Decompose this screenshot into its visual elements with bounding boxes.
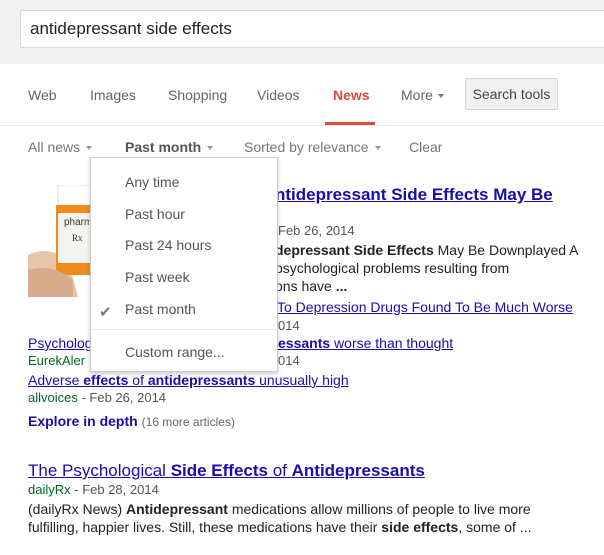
- related-link-1-date: 014: [278, 318, 300, 333]
- related-link-2-bold: essants: [278, 335, 331, 351]
- result-1-date: Feb 26, 2014: [278, 223, 355, 238]
- chevron-down-icon: [86, 146, 93, 151]
- menu-item-custom-range[interactable]: Custom range...: [125, 344, 225, 360]
- menu-item-past-month[interactable]: Past month: [125, 301, 196, 317]
- explore-count: (16 more articles): [141, 415, 235, 429]
- menu-item-past-24-hours[interactable]: Past 24 hours: [125, 237, 211, 253]
- check-icon: ✔: [99, 304, 112, 321]
- search-input[interactable]: [30, 19, 590, 39]
- related-link-2-rest: worse than thought: [334, 335, 454, 351]
- menu-item-past-hour[interactable]: Past hour: [125, 206, 185, 222]
- divider: [0, 125, 604, 126]
- search-tools-button[interactable]: Search tools: [465, 78, 558, 110]
- related-link-2-date: 014: [278, 353, 300, 368]
- tab-videos[interactable]: Videos: [257, 87, 300, 103]
- related-link-1[interactable]: To Depression Drugs Found To Be Much Wor…: [277, 299, 573, 315]
- explore-link[interactable]: Explore in depth: [28, 413, 138, 429]
- tab-shopping[interactable]: Shopping: [168, 87, 227, 103]
- related-link-3[interactable]: Adverse effects of antidepressants unusu…: [28, 372, 349, 388]
- tab-more-label: More: [401, 87, 433, 103]
- snippet-bold: depressant Side Effects: [275, 242, 434, 258]
- tab-images[interactable]: Images: [90, 87, 136, 103]
- chevron-down-icon: [374, 146, 381, 151]
- clear-link[interactable]: Clear: [409, 139, 442, 155]
- result-1-title[interactable]: ntidepressant Side Effects May Be: [275, 185, 553, 205]
- snippet-line-2: psychological problems resulting from: [275, 260, 510, 276]
- svg-text:pharm: pharm: [64, 217, 92, 228]
- result-1-snippet: depressant Side Effects May Be Downplaye…: [275, 242, 579, 294]
- result-2-snippet: (dailyRx News) Antidepressant medication…: [28, 501, 532, 535]
- sort-label: Sorted by relevance: [244, 139, 369, 155]
- related-link-2-end[interactable]: essants worse than thought: [278, 335, 453, 351]
- snippet-line-3: ons have ...: [275, 278, 348, 294]
- tab-news[interactable]: News: [333, 87, 370, 103]
- time-filter-label: Past month: [125, 139, 202, 155]
- time-filter-menu: Any time Past hour Past 24 hours Past we…: [90, 157, 278, 372]
- all-news-dropdown[interactable]: All news: [28, 139, 93, 155]
- result-1-title-text: ntidepressant Side Effects May Be: [275, 185, 553, 204]
- related-link-2-source: EurekAler: [28, 353, 86, 368]
- time-filter-dropdown[interactable]: Past month: [125, 139, 214, 155]
- search-box[interactable]: [20, 10, 604, 48]
- result-2-title[interactable]: The Psychological Side Effects of Antide…: [28, 461, 425, 481]
- svg-text:Rx: Rx: [72, 233, 83, 243]
- tab-more[interactable]: More: [401, 87, 444, 103]
- chevron-down-icon: [207, 146, 214, 151]
- menu-item-any-time[interactable]: Any time: [125, 174, 179, 190]
- menu-item-past-week[interactable]: Past week: [125, 269, 190, 285]
- tab-web[interactable]: Web: [28, 87, 57, 103]
- all-news-label: All news: [28, 139, 81, 155]
- sort-dropdown[interactable]: Sorted by relevance: [244, 139, 381, 155]
- chevron-down-icon: [437, 94, 444, 99]
- related-link-3-source: allvoices - Feb 26, 2014: [28, 390, 167, 405]
- result-2-source: dailyRx - Feb 28, 2014: [28, 482, 159, 497]
- related-link-2-start[interactable]: Psycholog: [28, 335, 93, 351]
- explore-in-depth[interactable]: Explore in depth (16 more articles): [28, 413, 235, 429]
- menu-divider: [91, 329, 277, 330]
